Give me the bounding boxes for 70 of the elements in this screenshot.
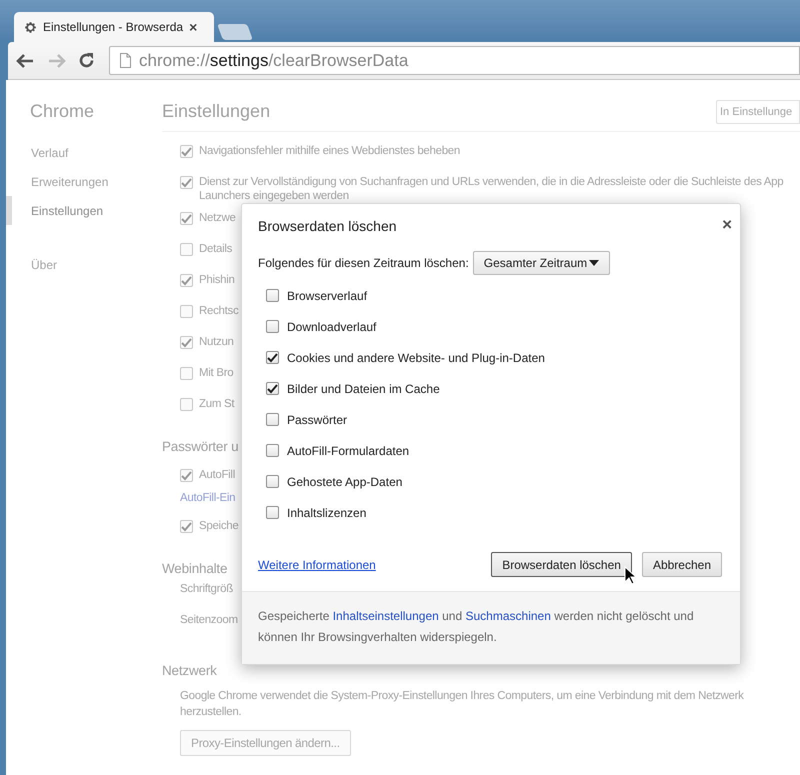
checkbox-label: Netzwe	[199, 211, 236, 225]
description-text: Google Chrome verwendet die System-Proxy-Einstellungen Ihres Computers, um eine Verbindung mit dem Netzwerk herzustellen.	[180, 689, 745, 720]
checkbox-label: Browserverlauf	[287, 288, 368, 304]
checkbox-label: AutoFill-Formulardaten	[287, 442, 410, 460]
address-bar[interactable]: chrome://settings/clearBrowserData	[109, 46, 800, 75]
checkbox[interactable]	[266, 320, 279, 333]
checkbox[interactable]	[266, 413, 279, 426]
checkbox[interactable]	[266, 475, 279, 488]
footer-text: Gespeicherte Inhaltseinstellungen und Suchmaschinen werden nicht gelöscht und können Ihr Browsingverhalten widerspiegeln.	[258, 608, 695, 646]
link[interactable]: Inhaltseinstellungen	[332, 609, 439, 623]
checkbox[interactable]	[266, 506, 279, 519]
dialog-button[interactable]: Browserdaten löschen	[491, 552, 632, 577]
checkbox-label: Speiche	[199, 519, 238, 533]
forward-button[interactable]	[48, 52, 66, 68]
section-title: Webinhalte	[162, 560, 228, 578]
checkbox[interactable]	[180, 398, 193, 411]
checkbox[interactable]	[180, 274, 193, 287]
section-title: Netzwerk	[162, 662, 217, 680]
checkbox[interactable]	[180, 212, 193, 225]
checkbox-label: Downloadverlauf	[287, 318, 376, 336]
checkbox-label: Phishin	[199, 273, 235, 287]
checkbox-label: Inhaltslizenzen	[287, 504, 366, 522]
checkbox[interactable]	[266, 289, 279, 302]
close-tab-button[interactable]: ×	[189, 20, 198, 34]
reload-button[interactable]	[78, 52, 95, 69]
sidebar-title: Chrome	[29, 100, 94, 123]
checkbox-label: Dienst zur Vervollständigung von Suchanfragen und URLs verwenden, die in die Adressleiste oder die Suchleiste des App Launchers eingegeben werden	[199, 175, 784, 203]
range-label: Folgendes für diesen Zeitraum löschen:	[258, 255, 469, 272]
setting-label: Schriftgröß	[180, 582, 233, 596]
checkbox[interactable]	[180, 305, 193, 318]
dropdown-arrow-icon	[588, 260, 599, 266]
dialog-title: Browserdaten löschen	[258, 217, 397, 236]
checkbox-label: Cookies und andere Website- und Plug-in-Daten	[287, 350, 545, 366]
close-button[interactable]: ×	[722, 216, 732, 233]
checkbox[interactable]	[266, 444, 279, 457]
checkbox-label: Navigationsfehler mithilfe eines Webdienstes beheben	[199, 144, 460, 158]
back-button[interactable]	[16, 52, 34, 68]
checkbox-label: Zum St	[199, 397, 234, 411]
checkbox[interactable]	[180, 469, 193, 482]
checkbox[interactable]	[266, 382, 279, 395]
link[interactable]: Suchmaschinen	[466, 609, 551, 623]
more-info-link[interactable]: Weitere Informationen	[258, 556, 482, 574]
search-field[interactable]: In Einstellunge	[716, 100, 800, 124]
checkbox[interactable]	[180, 336, 193, 349]
checkbox[interactable]	[180, 243, 193, 256]
checkbox[interactable]	[180, 367, 193, 380]
tab-title: Einstellungen - Browserda	[43, 19, 184, 36]
checkbox-label: Rechtsc	[199, 304, 238, 318]
checkbox-label: Nutzun	[199, 335, 234, 349]
setting-label: Seitenzoom	[180, 613, 238, 627]
time-range-dropdown[interactable]: Gesamter Zeitraum	[472, 251, 610, 275]
page-icon	[120, 53, 131, 68]
new-tab-button[interactable]	[217, 24, 253, 40]
checkbox-label: AutoFill	[199, 468, 235, 482]
checkbox-label: Gehostete App-Daten	[287, 474, 402, 490]
url-text: chrome://settings/clearBrowserData	[139, 50, 408, 72]
gear-icon	[24, 20, 37, 34]
checkbox[interactable]	[266, 351, 279, 364]
browser-tab[interactable]: Einstellungen - Browserda ×	[14, 12, 214, 42]
cursor-icon	[624, 566, 636, 585]
checkbox-label: Details	[199, 242, 232, 256]
checkbox[interactable]	[180, 176, 193, 189]
section-title: Passwörter u	[162, 438, 238, 456]
checkbox[interactable]	[180, 145, 193, 158]
page-title: Einstellungen	[162, 100, 270, 123]
checkbox[interactable]	[180, 520, 193, 533]
dialog-button[interactable]: Abbrechen	[642, 552, 722, 577]
checkbox-label: Mit Bro	[199, 366, 234, 380]
checkbox-label: Passwörter	[287, 412, 348, 428]
checkbox-label: Bilder und Dateien im Cache	[287, 380, 440, 398]
